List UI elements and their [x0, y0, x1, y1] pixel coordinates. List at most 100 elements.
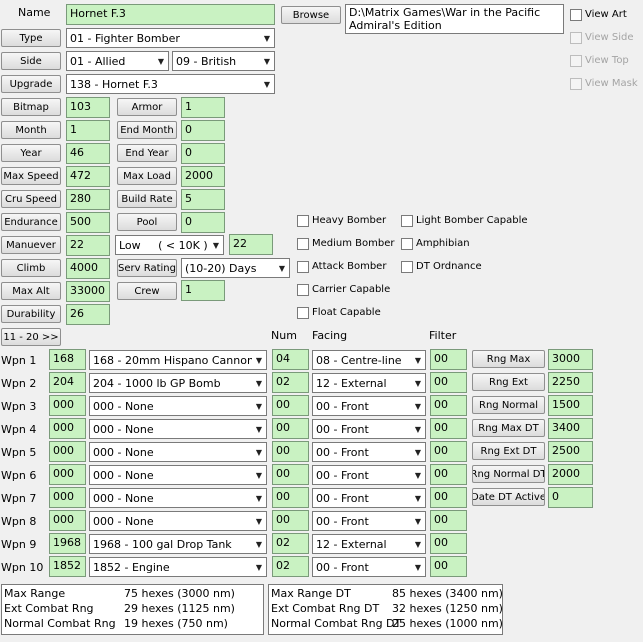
- weapon-facing-dropdown[interactable]: 12 - External ▼: [312, 534, 426, 554]
- rng-ext-field[interactable]: 2250: [548, 372, 593, 393]
- manuever-button[interactable]: Manuever: [1, 236, 61, 254]
- type-dropdown[interactable]: 01 - Fighter Bomber ▼: [66, 28, 275, 48]
- weapon-filter-field[interactable]: 00: [430, 395, 467, 416]
- max-alt-button[interactable]: Max Alt: [1, 282, 61, 300]
- weapon-filter-field[interactable]: 00: [430, 464, 467, 485]
- max-alt-field[interactable]: 33000: [66, 281, 110, 302]
- max-speed-field[interactable]: 472: [66, 166, 110, 187]
- weapon-device-dropdown[interactable]: 168 - 20mm Hispano Cannon ▼: [89, 350, 267, 370]
- weapon-device-dropdown[interactable]: 000 - None ▼: [89, 465, 267, 485]
- weapon-facing-dropdown[interactable]: 00 - Front ▼: [312, 511, 426, 531]
- weapon-facing-dropdown[interactable]: 00 - Front ▼: [312, 442, 426, 462]
- weapon-num-field[interactable]: 02: [272, 556, 309, 577]
- bitmap-field[interactable]: 103: [66, 97, 110, 118]
- weapon-device-dropdown[interactable]: 000 - None ▼: [89, 488, 267, 508]
- weapon-facing-dropdown[interactable]: 08 - Centre-line ▼: [312, 350, 426, 370]
- rng-max-button[interactable]: Rng Max: [472, 350, 545, 368]
- weapon-num-field[interactable]: 00: [272, 395, 309, 416]
- rng-normal-button[interactable]: Rng Normal: [472, 396, 545, 414]
- weapon-filter-field[interactable]: 00: [430, 533, 467, 554]
- end-year-field[interactable]: 0: [181, 143, 225, 164]
- build-rate-field[interactable]: 5: [181, 189, 225, 210]
- weapon-code-field[interactable]: 000: [49, 487, 86, 508]
- cru-speed-button[interactable]: Cru Speed: [1, 190, 61, 208]
- weapon-num-field[interactable]: 00: [272, 441, 309, 462]
- weapon-device-dropdown[interactable]: 1968 - 100 gal Drop Tank ▼: [89, 534, 267, 554]
- rng-normal-dt-button[interactable]: Rng Normal DT: [472, 465, 545, 483]
- endurance-button[interactable]: Endurance: [1, 213, 61, 231]
- manuever-band-dropdown[interactable]: Low ( < 10K ) ▼: [115, 235, 224, 255]
- weapon-code-field[interactable]: 000: [49, 395, 86, 416]
- upgrade-button[interactable]: Upgrade: [1, 75, 61, 93]
- rng-normal-field[interactable]: 1500: [548, 395, 593, 416]
- end-month-field[interactable]: 0: [181, 120, 225, 141]
- weapon-code-field[interactable]: 000: [49, 418, 86, 439]
- endurance-field[interactable]: 500: [66, 212, 110, 233]
- view-art-checkbox[interactable]: [570, 9, 582, 21]
- weapon-num-field[interactable]: 02: [272, 533, 309, 554]
- manuever-band-value[interactable]: 22: [229, 234, 273, 255]
- weapon-device-dropdown[interactable]: 000 - None ▼: [89, 442, 267, 462]
- weapon-facing-dropdown[interactable]: 00 - Front ▼: [312, 488, 426, 508]
- weapon-code-field[interactable]: 1852: [49, 556, 86, 577]
- weapon-filter-field[interactable]: 00: [430, 487, 467, 508]
- weapon-code-field[interactable]: 168: [49, 349, 86, 370]
- climb-field[interactable]: 4000: [66, 258, 110, 279]
- weapon-facing-dropdown[interactable]: 00 - Front ▼: [312, 396, 426, 416]
- weapon-facing-dropdown[interactable]: 00 - Front ▼: [312, 419, 426, 439]
- rng-ext-dt-button[interactable]: Rng Ext DT: [472, 442, 545, 460]
- end-year-button[interactable]: End Year: [117, 144, 177, 162]
- type-button[interactable]: Type: [1, 29, 61, 47]
- amphibian-checkbox[interactable]: [401, 238, 413, 250]
- weapon-device-dropdown[interactable]: 204 - 1000 lb GP Bomb ▼: [89, 373, 267, 393]
- attack-bomber-checkbox[interactable]: [297, 261, 309, 273]
- weapon-facing-dropdown[interactable]: 12 - External ▼: [312, 373, 426, 393]
- weapon-filter-field[interactable]: 00: [430, 418, 467, 439]
- pool-field[interactable]: 0: [181, 212, 225, 233]
- rng-ext-button[interactable]: Rng Ext: [472, 373, 545, 391]
- build-rate-button[interactable]: Build Rate: [117, 190, 177, 208]
- weapon-device-dropdown[interactable]: 000 - None ▼: [89, 511, 267, 531]
- weapon-num-field[interactable]: 00: [272, 487, 309, 508]
- serv-rating-dropdown[interactable]: (10-20) Days ▼: [181, 258, 290, 278]
- weapon-num-field[interactable]: 04: [272, 349, 309, 370]
- weapon-code-field[interactable]: 204: [49, 372, 86, 393]
- serv-rating-button[interactable]: Serv Rating: [117, 259, 177, 277]
- weapon-num-field[interactable]: 02: [272, 372, 309, 393]
- float-capable-checkbox[interactable]: [297, 307, 309, 319]
- climb-button[interactable]: Climb: [1, 259, 61, 277]
- weapon-device-dropdown[interactable]: 1852 - Engine ▼: [89, 557, 267, 577]
- pool-button[interactable]: Pool: [117, 213, 177, 231]
- nation-dropdown[interactable]: 09 - British ▼: [172, 51, 275, 71]
- date-dt-active-button[interactable]: Date DT Active: [472, 488, 545, 506]
- weapon-num-field[interactable]: 00: [272, 510, 309, 531]
- rng-max-field[interactable]: 3000: [548, 349, 593, 370]
- max-load-button[interactable]: Max Load: [117, 167, 177, 185]
- weapon-filter-field[interactable]: 00: [430, 510, 467, 531]
- weapon-filter-field[interactable]: 00: [430, 349, 467, 370]
- month-button[interactable]: Month: [1, 121, 61, 139]
- next-page-button[interactable]: 11 - 20 >>: [1, 328, 61, 346]
- light-bomber-capable-checkbox[interactable]: [401, 215, 413, 227]
- weapon-code-field[interactable]: 000: [49, 441, 86, 462]
- weapon-code-field[interactable]: 1968: [49, 533, 86, 554]
- weapon-facing-dropdown[interactable]: 00 - Front ▼: [312, 465, 426, 485]
- side-button[interactable]: Side: [1, 52, 61, 70]
- max-load-field[interactable]: 2000: [181, 166, 225, 187]
- browse-button[interactable]: Browse: [281, 6, 341, 24]
- name-field[interactable]: Hornet F.3: [66, 4, 275, 25]
- armor-button[interactable]: Armor: [117, 98, 177, 116]
- weapon-num-field[interactable]: 00: [272, 464, 309, 485]
- weapon-code-field[interactable]: 000: [49, 464, 86, 485]
- heavy-bomber-checkbox[interactable]: [297, 215, 309, 227]
- upgrade-dropdown[interactable]: 138 - Hornet F.3 ▼: [66, 74, 275, 94]
- weapon-device-dropdown[interactable]: 000 - None ▼: [89, 396, 267, 416]
- carrier-capable-checkbox[interactable]: [297, 284, 309, 296]
- max-speed-button[interactable]: Max Speed: [1, 167, 61, 185]
- manuever-field[interactable]: 22: [66, 235, 110, 256]
- dt-ordnance-checkbox[interactable]: [401, 261, 413, 273]
- weapon-filter-field[interactable]: 00: [430, 372, 467, 393]
- bitmap-button[interactable]: Bitmap: [1, 98, 61, 116]
- weapon-code-field[interactable]: 000: [49, 510, 86, 531]
- weapon-filter-field[interactable]: 00: [430, 556, 467, 577]
